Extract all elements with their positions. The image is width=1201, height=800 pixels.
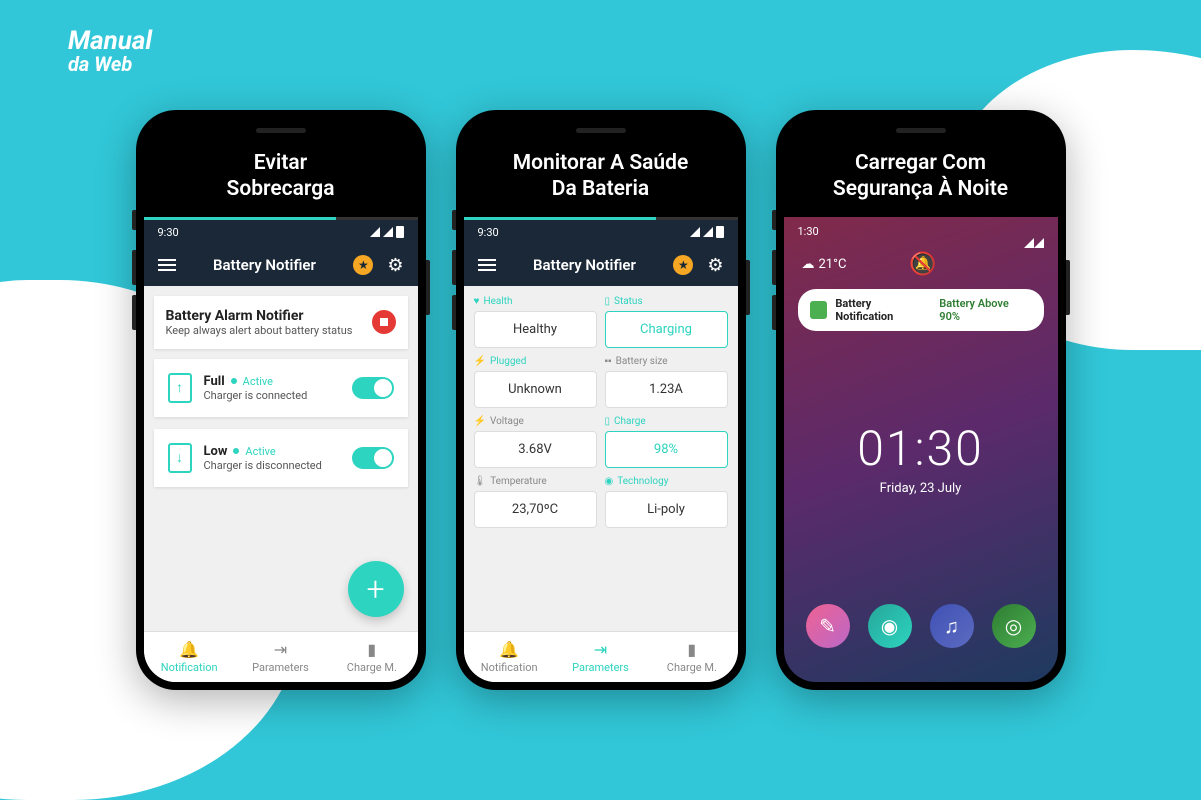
phone-3: Carregar Com Segurança À Noite 1:30 ☁21°… (776, 110, 1066, 690)
status-dot-icon (233, 448, 239, 454)
dock-app-4[interactable]: ◎ (992, 604, 1036, 648)
gear-icon[interactable]: ⚙ (707, 255, 723, 276)
nav-charge[interactable]: ▮Charge M. (646, 632, 737, 682)
nav-notification[interactable]: 🔔Notification (144, 632, 235, 682)
phone-2: Monitorar A Saúde Da Bateria 9:30 Batter… (456, 110, 746, 690)
app-bar: Battery Notifier ★ ⚙ (464, 245, 738, 286)
wifi-icon (1034, 225, 1044, 248)
brand-logo: Manual da Web (68, 28, 152, 74)
bottom-nav: 🔔Notification ⇥Parameters ▮Charge M. (144, 631, 418, 682)
notif-card-low: ↓ Low Active Charger is disconnected (154, 429, 408, 487)
lock-clock: 01:30 (857, 420, 984, 477)
battery-nav-icon: ▮ (650, 640, 733, 659)
status-dot-icon (231, 378, 237, 384)
bolt-icon: ⚡ (474, 416, 486, 427)
status-time: 9:30 (478, 226, 499, 239)
battery-icon (716, 226, 724, 238)
heart-icon: ♥ (474, 296, 480, 307)
enter-icon: ⇥ (239, 640, 322, 659)
status-time: 9:30 (158, 226, 179, 239)
stop-icon[interactable] (372, 310, 396, 334)
nav-parameters[interactable]: ⇥Parameters (235, 632, 326, 682)
plug-icon: ⚡ (474, 356, 486, 367)
arrow-down-icon: ↓ (168, 443, 192, 473)
dock-app-3[interactable]: ♫ (930, 604, 974, 648)
signal-icon (370, 227, 380, 237)
app-bar: Battery Notifier ★ ⚙ (144, 245, 418, 286)
cloud-icon: ☁ (802, 257, 815, 272)
signal-icon (1024, 225, 1034, 248)
wifi-icon (703, 227, 713, 237)
nav-parameters[interactable]: ⇥Parameters (555, 632, 646, 682)
phone1-title: Evitar Sobrecarga (144, 118, 418, 217)
app-icon (810, 301, 828, 319)
alert-subtitle: Keep always alert about battery status (166, 324, 362, 337)
phone3-title: Carregar Com Segurança À Noite (784, 118, 1058, 217)
chip-icon: ◉ (605, 476, 614, 487)
lock-notification[interactable]: Battery Notification Battery Above 90% (798, 289, 1044, 331)
nav-notification[interactable]: 🔔Notification (464, 632, 555, 682)
health-value: Healthy (474, 311, 597, 348)
bell-icon: 🔔 (148, 640, 231, 659)
temperature-value: 23,70ºC (474, 491, 597, 528)
charge-value: 98% (605, 431, 728, 468)
battery-icon (396, 226, 404, 238)
status-value: Charging (605, 311, 728, 348)
bars-icon: ▪▪ (605, 356, 612, 367)
alert-title: Battery Alarm Notifier (166, 308, 362, 324)
bottom-nav: 🔔Notification ⇥Parameters ▮Charge M. (464, 631, 738, 682)
app-title: Battery Notifier (190, 256, 340, 274)
phone-1: Evitar Sobrecarga 9:30 Battery Notifier … (136, 110, 426, 690)
dock-app-2[interactable]: ◉ (868, 604, 912, 648)
fab-add-button[interactable]: + (348, 561, 404, 617)
plugged-value: Unknown (474, 371, 597, 408)
voltage-value: 3.68V (474, 431, 597, 468)
toggle-low[interactable] (352, 447, 394, 469)
battery-nav-icon: ▮ (330, 640, 413, 659)
toggle-full[interactable] (352, 377, 394, 399)
lock-screen: 1:30 ☁21°C 🔕 Battery Notification Batter… (784, 217, 1058, 683)
dock: ✎ ◉ ♫ ◎ (784, 580, 1058, 682)
dock-app-1[interactable]: ✎ (806, 604, 850, 648)
status-bar: 9:30 (464, 220, 738, 245)
alert-banner: Battery Alarm Notifier Keep always alert… (154, 296, 408, 349)
thermo-icon: 🌡 (474, 476, 487, 487)
battery-small-icon: ▯ (605, 416, 611, 427)
status-time: 1:30 (798, 225, 819, 238)
phone-icon: ▯ (605, 296, 611, 307)
status-bar: 1:30 (784, 217, 1058, 246)
technology-value: Li-poly (605, 491, 728, 528)
enter-icon: ⇥ (559, 640, 642, 659)
menu-icon[interactable] (478, 259, 496, 271)
weather-temp: ☁21°C (802, 257, 847, 272)
params-grid: ♥HealthHealthy ▯StatusCharging ⚡PluggedU… (474, 296, 728, 528)
status-bar: 9:30 (144, 220, 418, 245)
notif-card-full: ↑ Full Active Charger is connected (154, 359, 408, 417)
batterysize-value: 1.23A (605, 371, 728, 408)
menu-icon[interactable] (158, 259, 176, 271)
phones-row: Evitar Sobrecarga 9:30 Battery Notifier … (0, 110, 1201, 690)
gear-icon[interactable]: ⚙ (387, 255, 403, 276)
app-title: Battery Notifier (510, 256, 660, 274)
bell-off-icon[interactable]: 🔕 (909, 252, 936, 277)
arrow-up-icon: ↑ (168, 373, 192, 403)
star-icon[interactable]: ★ (353, 255, 373, 275)
wifi-icon (383, 227, 393, 237)
bell-icon: 🔔 (468, 640, 551, 659)
lock-date: Friday, 23 July (880, 481, 962, 496)
signal-icon (690, 227, 700, 237)
nav-charge[interactable]: ▮Charge M. (326, 632, 417, 682)
star-icon[interactable]: ★ (673, 255, 693, 275)
phone2-title: Monitorar A Saúde Da Bateria (464, 118, 738, 217)
